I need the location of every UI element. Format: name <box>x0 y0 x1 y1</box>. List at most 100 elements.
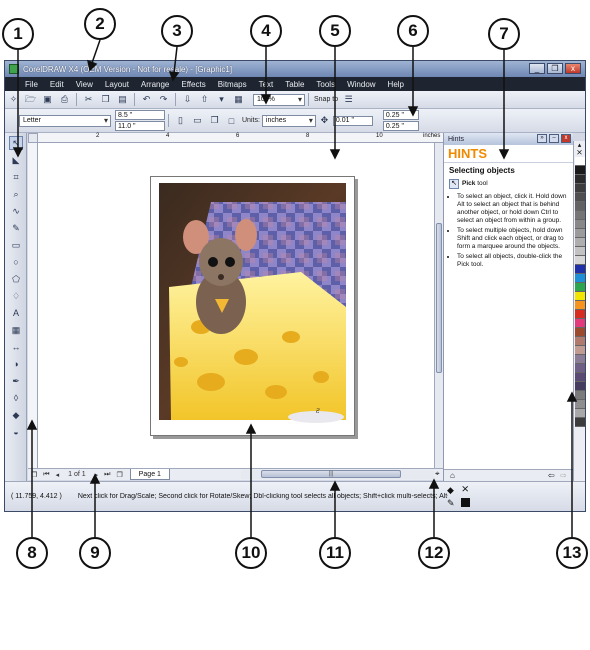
color-swatch[interactable] <box>575 400 585 409</box>
hints-back-icon[interactable]: ⇦ <box>548 471 555 480</box>
import-icon[interactable]: ⇩ <box>181 94 194 106</box>
paper-width-field[interactable]: 8.5 " <box>115 110 165 120</box>
all-pages-icon[interactable]: ❐ <box>208 115 221 127</box>
ellipse-tool-icon[interactable]: ○ <box>9 255 23 269</box>
drawing-page[interactable]: Ƨ <box>150 176 355 436</box>
menu-bitmaps[interactable]: Bitmaps <box>212 80 253 89</box>
ruler-origin[interactable] <box>28 133 38 143</box>
menu-file[interactable]: File <box>19 80 44 89</box>
hints-home-icon[interactable]: ⌂ <box>450 471 455 480</box>
page-tab[interactable]: Page 1 <box>129 469 170 480</box>
interactive-blend-tool-icon[interactable]: ◑ <box>9 357 23 371</box>
export-icon[interactable]: ⇧ <box>198 94 211 106</box>
color-swatch[interactable] <box>575 382 585 391</box>
color-swatch[interactable] <box>575 256 585 265</box>
outline-tool-icon[interactable]: ◊ <box>9 391 23 405</box>
new-document-icon[interactable]: ✧ <box>7 94 20 106</box>
navigator-icon[interactable]: ⌖ <box>435 469 440 479</box>
vertical-scroll-thumb[interactable] <box>436 223 442 373</box>
eyedropper-tool-icon[interactable]: ✒ <box>9 374 23 388</box>
text-tool-icon[interactable]: A <box>9 306 23 320</box>
color-swatch[interactable] <box>575 247 585 256</box>
color-swatch[interactable] <box>575 409 585 418</box>
color-swatch[interactable] <box>575 391 585 400</box>
horizontal-ruler[interactable]: 2 4 6 8 10 inches <box>38 133 443 143</box>
color-swatch[interactable] <box>575 274 585 283</box>
no-color-swatch[interactable]: ⨯ <box>574 149 585 157</box>
smart-fill-tool-icon[interactable]: ✎ <box>9 221 23 235</box>
units-combo[interactable]: inches <box>261 114 316 127</box>
next-page-icon[interactable]: ▸ <box>95 471 99 479</box>
paper-size-combo[interactable]: Letter <box>19 114 111 127</box>
color-swatch[interactable] <box>575 328 585 337</box>
last-page-icon[interactable]: ⏭ <box>104 471 110 479</box>
color-swatch[interactable] <box>575 346 585 355</box>
color-swatch[interactable] <box>575 229 585 238</box>
first-page-icon[interactable]: ⏮ <box>43 471 49 479</box>
welcome-screen-icon[interactable]: ▦ <box>232 94 245 106</box>
minimize-button[interactable]: _ <box>529 63 545 74</box>
add-page-after-icon[interactable]: ❐ <box>116 471 122 479</box>
horizontal-scrollbar[interactable]: ||| <box>241 470 434 479</box>
pick-tool-icon[interactable]: ↖ <box>9 136 23 150</box>
vertical-scrollbar[interactable] <box>434 143 443 468</box>
previous-page-icon[interactable]: ◂ <box>56 471 60 479</box>
add-page-icon[interactable]: ❐ <box>31 471 37 479</box>
open-icon[interactable]: 🗁 <box>24 94 37 106</box>
interactive-fill-tool-icon[interactable]: ◒ <box>9 425 23 439</box>
cut-icon[interactable]: ✂ <box>82 94 95 106</box>
menu-layout[interactable]: Layout <box>99 80 135 89</box>
menu-window[interactable]: Window <box>341 80 381 89</box>
application-launcher-icon[interactable]: ▾ <box>215 94 228 106</box>
outline-indicator-icon[interactable]: ✎ <box>447 498 455 509</box>
restore-button[interactable]: ❒ <box>547 63 563 74</box>
menu-tools[interactable]: Tools <box>310 80 341 89</box>
duplicate-x-field[interactable]: 0.25 " <box>382 110 419 120</box>
color-swatch[interactable] <box>575 193 585 202</box>
docker-expand-icon[interactable]: » <box>537 134 547 143</box>
vertical-ruler[interactable] <box>28 143 38 468</box>
menu-text[interactable]: Text <box>253 80 280 89</box>
menu-table[interactable]: Table <box>279 80 310 89</box>
zoom-tool-icon[interactable]: ⌕ <box>9 187 23 201</box>
color-swatch[interactable] <box>575 373 585 382</box>
color-swatch[interactable] <box>575 265 585 274</box>
drawing-window[interactable]: Ƨ <box>38 143 434 468</box>
docker-header[interactable]: Hints » – x <box>444 133 573 145</box>
portrait-icon[interactable]: ▯ <box>174 115 187 127</box>
color-swatch[interactable] <box>575 211 585 220</box>
rectangle-tool-icon[interactable]: ▭ <box>9 238 23 252</box>
docker-close-icon[interactable]: x <box>561 134 571 143</box>
duplicate-y-field[interactable]: 0.25 " <box>382 121 419 131</box>
polygon-tool-icon[interactable]: ⬠ <box>9 272 23 286</box>
menu-effects[interactable]: Effects <box>175 80 211 89</box>
color-swatch[interactable] <box>575 202 585 211</box>
color-swatch[interactable] <box>575 418 585 427</box>
title-bar[interactable]: CorelDRAW X4 (OEM Version - Not for resa… <box>5 61 585 77</box>
print-icon[interactable]: ⎙ <box>58 94 71 106</box>
current-page-icon[interactable]: □ <box>225 115 238 127</box>
color-swatch[interactable] <box>575 157 585 166</box>
save-icon[interactable]: ▣ <box>41 94 54 106</box>
hints-forward-icon[interactable]: ⇨ <box>560 471 567 480</box>
coreldraw-app-icon[interactable] <box>9 64 19 74</box>
color-swatch[interactable] <box>575 238 585 247</box>
landscape-icon[interactable]: ▭ <box>191 115 204 127</box>
nudge-distance-field[interactable]: 0.01 " <box>332 115 373 126</box>
zoom-level-combo[interactable]: 100% <box>253 93 305 106</box>
menu-arrange[interactable]: Arrange <box>135 80 175 89</box>
color-swatch[interactable] <box>575 301 585 310</box>
fill-indicator-icon[interactable]: ◆ <box>447 485 454 496</box>
color-swatch[interactable] <box>575 220 585 229</box>
redo-icon[interactable]: ↷ <box>157 94 170 106</box>
freehand-tool-icon[interactable]: ∿ <box>9 204 23 218</box>
snap-to-dropdown[interactable]: Snap to <box>314 96 338 103</box>
basic-shapes-tool-icon[interactable]: ♢ <box>9 289 23 303</box>
color-swatch[interactable] <box>575 292 585 301</box>
parallel-dimension-tool-icon[interactable]: ↔ <box>9 340 23 354</box>
fill-tool-icon[interactable]: ◆ <box>9 408 23 422</box>
no-fill-indicator-icon[interactable]: ⨯ <box>461 484 469 495</box>
color-swatch[interactable] <box>575 337 585 346</box>
color-swatch[interactable] <box>575 184 585 193</box>
color-swatch[interactable] <box>575 310 585 319</box>
